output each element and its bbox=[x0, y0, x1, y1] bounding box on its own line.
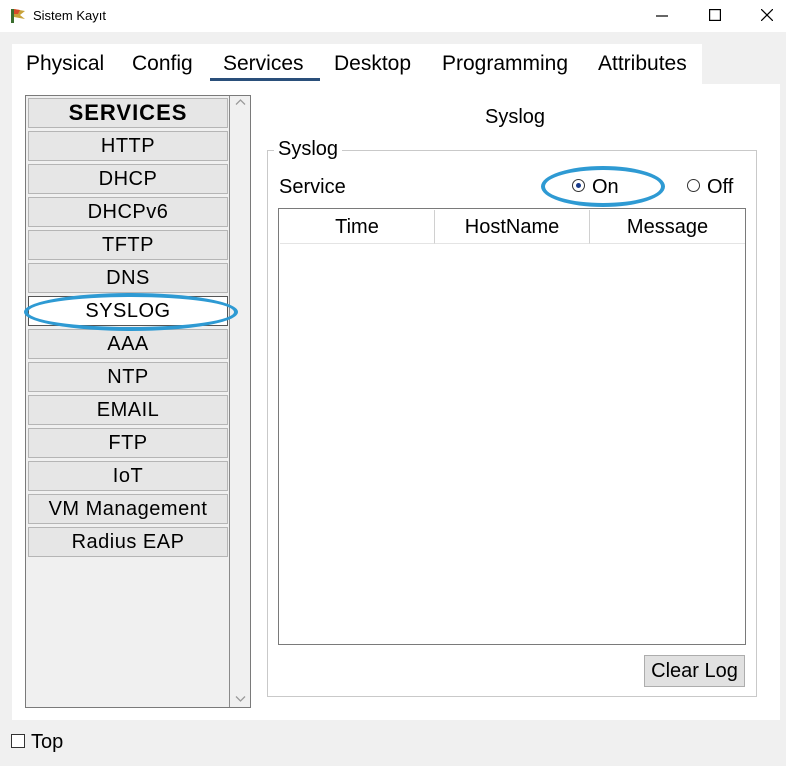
tab-programming[interactable]: Programming bbox=[442, 52, 568, 76]
chevron-up-icon[interactable] bbox=[235, 98, 246, 106]
groupbox-legend: Syslog bbox=[274, 138, 343, 161]
service-off-radio[interactable]: Off bbox=[687, 176, 733, 199]
tab-config[interactable]: Config bbox=[132, 52, 193, 76]
sidebar-item-radius-eap[interactable]: Radius EAP bbox=[28, 527, 228, 557]
top-checkbox[interactable]: Top bbox=[11, 731, 63, 754]
sidebar-item-iot[interactable]: IoT bbox=[28, 461, 228, 491]
sidebar-item-vm-management[interactable]: VM Management bbox=[28, 494, 228, 524]
column-header-hostname[interactable]: HostName bbox=[435, 210, 590, 244]
sidebar-item-dns[interactable]: DNS bbox=[28, 263, 228, 293]
title-bar: Sistem Kayıt bbox=[0, 0, 786, 32]
top-checkbox-label: Top bbox=[31, 731, 64, 753]
services-sidebar: SERVICES HTTP DHCP DHCPv6 TFTP DNS SYSLO… bbox=[25, 95, 251, 708]
sidebar-item-email[interactable]: EMAIL bbox=[28, 395, 228, 425]
close-icon bbox=[761, 9, 773, 21]
sidebar-item-dhcpv6[interactable]: DHCPv6 bbox=[28, 197, 228, 227]
clear-log-button[interactable]: Clear Log bbox=[644, 655, 745, 687]
close-button[interactable] bbox=[742, 0, 786, 32]
page-title: Syslog bbox=[484, 106, 546, 128]
services-list: SERVICES HTTP DHCP DHCPv6 TFTP DNS SYSLO… bbox=[26, 96, 230, 707]
on-highlight-ellipse bbox=[541, 166, 665, 207]
syslog-highlight-ellipse bbox=[24, 293, 238, 331]
tab-services[interactable]: Services bbox=[223, 52, 304, 76]
minimize-icon bbox=[656, 15, 668, 17]
tab-desktop[interactable]: Desktop bbox=[334, 52, 411, 76]
app-icon bbox=[9, 7, 27, 25]
sidebar-item-ntp[interactable]: NTP bbox=[28, 362, 228, 392]
maximize-icon bbox=[709, 9, 721, 21]
sidebar-item-tftp[interactable]: TFTP bbox=[28, 230, 228, 260]
sidebar-item-dhcp[interactable]: DHCP bbox=[28, 164, 228, 194]
log-table[interactable]: Time HostName Message bbox=[278, 208, 746, 645]
minimize-button[interactable] bbox=[637, 0, 687, 32]
radio-off-label: Off bbox=[707, 176, 734, 198]
service-label: Service bbox=[279, 176, 346, 198]
tab-physical[interactable]: Physical bbox=[26, 52, 104, 76]
maximize-button[interactable] bbox=[690, 0, 740, 32]
sidebar-scrollbar[interactable] bbox=[231, 96, 250, 707]
window-title: Sistem Kayıt bbox=[33, 8, 106, 23]
column-header-time[interactable]: Time bbox=[280, 210, 435, 244]
services-header: SERVICES bbox=[28, 98, 228, 128]
column-header-message[interactable]: Message bbox=[590, 210, 745, 244]
sidebar-item-http[interactable]: HTTP bbox=[28, 131, 228, 161]
checkbox-icon bbox=[11, 733, 25, 748]
chevron-down-icon[interactable] bbox=[235, 695, 246, 703]
sidebar-item-aaa[interactable]: AAA bbox=[28, 329, 228, 359]
active-tab-indicator bbox=[210, 78, 320, 81]
sidebar-item-ftp[interactable]: FTP bbox=[28, 428, 228, 458]
tab-attributes[interactable]: Attributes bbox=[598, 52, 687, 76]
radio-unchecked-icon bbox=[687, 179, 700, 193]
